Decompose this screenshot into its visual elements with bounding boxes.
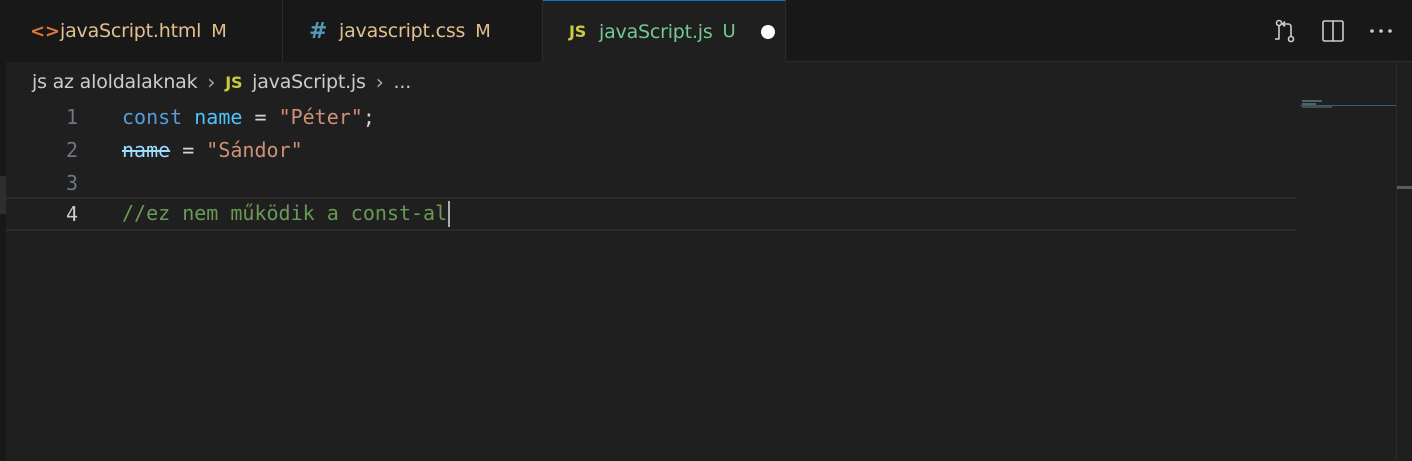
more-actions-icon[interactable]	[1368, 18, 1394, 44]
vertical-scrollbar[interactable]	[1396, 62, 1412, 461]
current-code-line[interactable]: 4 //ez nem működik a const-al	[6, 197, 1296, 231]
code-line[interactable]: 3	[6, 166, 1296, 199]
deprecated-variable-token: name	[122, 137, 171, 162]
breadcrumb-symbol[interactable]: ...	[394, 71, 412, 93]
code-text: //ez nem működik a const-al	[122, 200, 451, 228]
semicolon-token: ;	[362, 104, 375, 129]
text-cursor	[448, 201, 451, 228]
operator-token: =	[242, 104, 279, 129]
variable-token: name	[194, 104, 243, 129]
editor-actions	[1272, 0, 1394, 62]
line-number: 2	[65, 137, 78, 162]
breadcrumb-file[interactable]: JS javaScript.js	[225, 71, 366, 93]
code-text: const name = "Péter";	[122, 105, 375, 129]
code-line[interactable]: 1 const name = "Péter";	[6, 100, 1296, 133]
html-file-icon: <>	[30, 20, 60, 42]
scrollbar-cursor-marker	[1397, 186, 1412, 189]
breadcrumb-folder[interactable]: js az aloldalaknak	[32, 71, 198, 93]
comment-token: //ez nem működik a const-al	[122, 200, 448, 225]
editor-window: <> javaScript.html M # javascript.css M …	[0, 0, 1412, 461]
git-status-badge: M	[211, 20, 227, 42]
tab-label: javaScript.js	[599, 20, 713, 43]
git-status-badge: U	[722, 21, 736, 42]
string-token: "Sándor"	[206, 137, 303, 162]
js-file-icon: JS	[569, 22, 587, 41]
line-number: 4	[65, 202, 78, 226]
code-line[interactable]: 2 name = "Sándor"	[6, 133, 1296, 166]
js-file-icon: JS	[225, 73, 243, 92]
keyword-token: const	[122, 104, 183, 129]
line-number: 3	[65, 170, 78, 195]
tab-label: javascript.css	[339, 20, 466, 42]
git-status-badge: M	[475, 20, 491, 42]
tab-javascript-html[interactable]: <> javaScript.html M	[0, 0, 283, 62]
unsaved-dot-icon[interactable]	[760, 24, 775, 39]
tab-bar: <> javaScript.html M # javascript.css M …	[0, 0, 1412, 62]
open-changes-icon[interactable]	[1272, 18, 1298, 44]
line-number: 1	[65, 104, 78, 129]
minimap-line	[1302, 106, 1332, 108]
tab-javascript-js[interactable]: JS javaScript.js U	[543, 0, 786, 62]
string-token: "Péter"	[278, 104, 363, 129]
code-text: name = "Sándor"	[122, 138, 303, 162]
chevron-right-icon: ›	[207, 70, 216, 94]
minimap-current-line	[1300, 105, 1396, 106]
chevron-right-icon: ›	[375, 70, 384, 94]
minimap-line	[1302, 100, 1322, 102]
operator-token: =	[170, 137, 207, 162]
tab-label: javaScript.html	[60, 20, 202, 42]
breadcrumb: js az aloldalaknak › JS javaScript.js › …	[32, 66, 411, 98]
css-file-icon: #	[309, 18, 328, 44]
breadcrumb-file-label: javaScript.js	[252, 71, 366, 93]
tab-javascript-css[interactable]: # javascript.css M	[283, 0, 543, 62]
split-editor-icon[interactable]	[1320, 18, 1346, 44]
minimap[interactable]	[1300, 98, 1396, 118]
code-editor[interactable]: 1 const name = "Péter"; 2 name = "Sándor…	[6, 100, 1396, 461]
